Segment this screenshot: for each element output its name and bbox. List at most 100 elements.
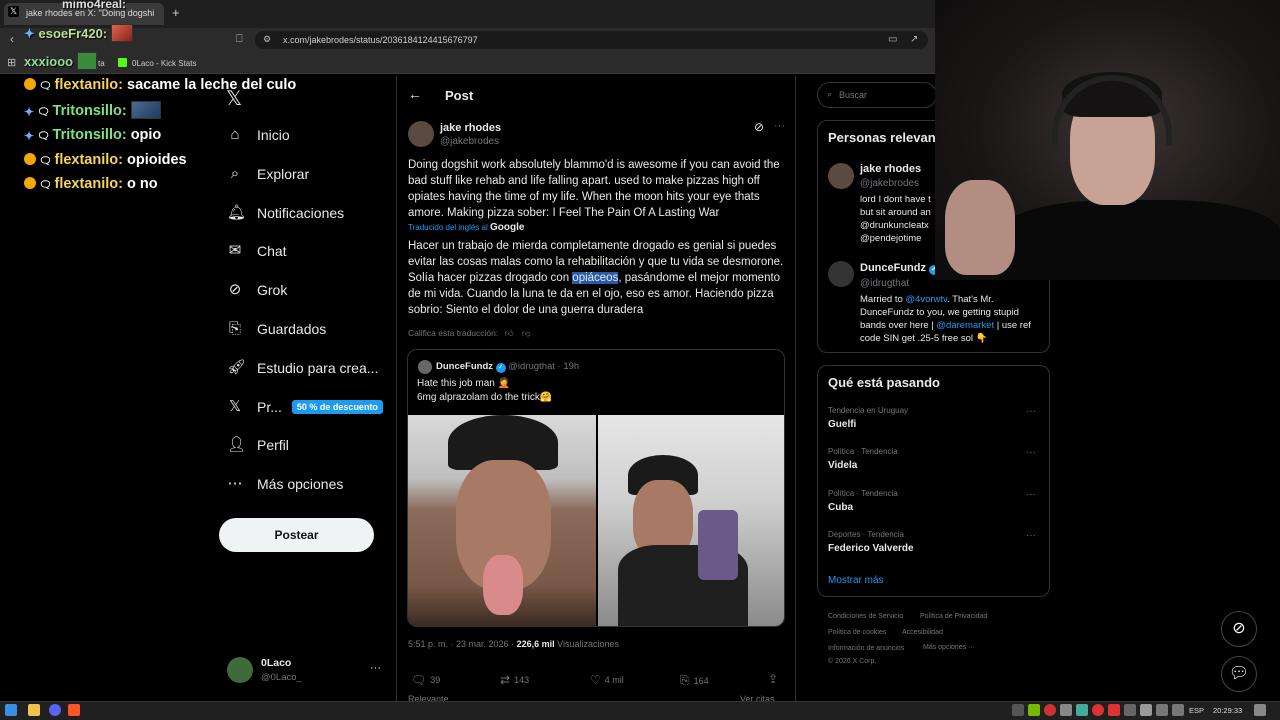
tray-icon-1[interactable] (1012, 704, 1024, 716)
show-more-link[interactable]: Mostrar más (828, 575, 884, 586)
author-name[interactable]: jake rhodes (440, 122, 501, 134)
x-logo-icon[interactable]: 𝕏 (226, 86, 242, 111)
trend-more-icon[interactable]: ··· (1026, 406, 1036, 417)
account-name[interactable]: 0Laco (261, 657, 291, 669)
premium-discount-badge[interactable]: 50 % de descuento (291, 399, 383, 414)
account-handle[interactable]: @0Laco_ (261, 672, 302, 683)
tray-icon-7[interactable] (1108, 704, 1120, 716)
post-button[interactable]: Postear (219, 518, 374, 552)
quote-photo-2[interactable] (598, 415, 784, 626)
pin-badge-icon: ✦ (24, 129, 35, 143)
clock[interactable]: 20:29:33 (1213, 706, 1242, 715)
person1-avatar[interactable] (828, 163, 854, 189)
person1-handle[interactable]: @jakebrodes (860, 178, 919, 189)
person1-bio-link2[interactable]: @pendejotime (860, 232, 921, 245)
author-handle[interactable]: @jakebrodes (440, 136, 499, 147)
footer-accessibility[interactable]: Accesibilidad (902, 629, 943, 636)
nav-item-pr[interactable]: 𝕏 Pr... 50 % de descuento (227, 392, 383, 422)
nav-item-inicio[interactable]: ⌂ Inicio (227, 120, 289, 150)
google-logo: Google (489, 222, 525, 233)
nav-item-guardados[interactable]: ⎘ Guardados (227, 314, 326, 344)
apps-grid-icon[interactable]: ⊞ (7, 56, 16, 69)
footer-terms[interactable]: Condiciones de Servicio (828, 613, 903, 620)
chat-username[interactable]: flextanilo (54, 176, 118, 192)
share-icon[interactable]: ↗ (910, 34, 918, 45)
footer-privacy[interactable]: Política de Privacidad (920, 613, 987, 620)
trend-item[interactable]: Federico Valverde (828, 543, 914, 554)
volume-icon[interactable] (1172, 704, 1184, 716)
trend-more-icon[interactable]: ··· (1026, 530, 1036, 541)
thumbs-down-icon[interactable]: 👎︎ (522, 328, 531, 338)
tray-icon-3[interactable] (1044, 704, 1056, 716)
nav-item-m-s-opciones[interactable]: ⋯ Más opciones (227, 469, 344, 499)
network-icon[interactable] (1156, 704, 1168, 716)
chat-username[interactable]: Tritonsillo (53, 103, 122, 119)
account-more-icon[interactable]: ··· (370, 662, 381, 674)
new-tab-icon[interactable]: + (172, 5, 180, 20)
nav-item-explorar[interactable]: ⌕ Explorar (227, 159, 309, 189)
reader-icon[interactable]: ▭ (888, 34, 897, 45)
person1-name[interactable]: jake rhodes (860, 163, 921, 175)
tray-icon-8[interactable] (1124, 704, 1136, 716)
search-icon: ⌕ (230, 164, 240, 182)
bookmark-button[interactable]: ⎘ 164 (680, 673, 709, 688)
person2-handle[interactable]: @idrugthat (860, 278, 909, 289)
rocket-icon: 🚀︎ (227, 358, 247, 376)
back-icon[interactable]: ‹ (10, 32, 14, 46)
file-explorer-icon[interactable] (28, 704, 40, 716)
trend-item[interactable]: Cuba (828, 502, 853, 513)
trend-more-icon[interactable]: ··· (1026, 447, 1036, 458)
footer-more[interactable]: Más opciones ··· (923, 644, 975, 651)
nav-item-notificaciones[interactable]: 🔔︎ Notificaciones (227, 198, 344, 228)
person2-avatar[interactable] (828, 261, 854, 287)
tray-icon-9[interactable] (1140, 704, 1152, 716)
tray-icon-4[interactable] (1060, 704, 1072, 716)
bookmark-page-icon[interactable]: ⎕ (236, 33, 243, 46)
search-input[interactable]: ⌕ Buscar (817, 82, 937, 108)
trend-more-icon[interactable]: ··· (1026, 489, 1036, 500)
site-info-icon[interactable]: ⚙ (263, 34, 271, 45)
tray-icon-5[interactable] (1076, 704, 1088, 716)
nav-item-chat[interactable]: ✉ Chat (227, 236, 287, 266)
quoted-post[interactable]: DunceFundz ✓ @idrugthat · 19h Hate this … (407, 349, 785, 627)
nav-label: Pr... (257, 398, 282, 415)
tray-icon-6[interactable] (1092, 704, 1104, 716)
nav-item-grok[interactable]: ⊘ Grok (227, 275, 288, 305)
reply-button[interactable]: 🗨︎ 39 (411, 673, 440, 687)
person1-bio-link1[interactable]: @drunkuncleatx (860, 219, 929, 232)
nvidia-icon[interactable] (1028, 704, 1040, 716)
like-button[interactable]: ♡ 4 mil (590, 673, 624, 687)
thumbs-up-icon[interactable]: 👍︎ (505, 328, 514, 338)
trend-item[interactable]: Guelfi (828, 419, 856, 430)
discord-icon[interactable] (49, 704, 61, 716)
notifications-icon[interactable] (1254, 704, 1266, 716)
chat-username[interactable]: flextanilo (54, 77, 118, 93)
author-avatar[interactable] (408, 121, 434, 147)
chat-username[interactable]: flextanilo (54, 152, 118, 168)
back-arrow-icon[interactable]: ← (408, 86, 422, 102)
avatar[interactable] (227, 657, 253, 683)
footer-cookies[interactable]: Política de cookies (828, 629, 886, 636)
footer-ads[interactable]: Información de anuncios (828, 645, 904, 652)
messages-floating-icon[interactable]: 💬︎ (1221, 656, 1257, 692)
url-text[interactable]: x.com/jakebrodes/status/2036184124415676… (283, 35, 478, 45)
share-button[interactable]: ⇪ (768, 672, 782, 686)
nav-item-estudio-para-crea[interactable]: 🚀︎ Estudio para crea... (227, 353, 378, 383)
bookmark-partial[interactable]: ta (98, 59, 105, 68)
quote-photo-1[interactable] (408, 415, 596, 626)
nav-item-perfil[interactable]: 👤︎ Perfil (227, 430, 289, 460)
repost-button[interactable]: ⇄ 143 (500, 673, 529, 687)
chat-message: 🗨︎ flextanilo: o no (24, 176, 158, 192)
nav-label: Explorar (257, 165, 310, 182)
grok-floating-icon[interactable]: ⊘ (1221, 611, 1257, 647)
trend-item[interactable]: Videla (828, 460, 857, 471)
grok-icon[interactable]: ⊘ (754, 120, 764, 134)
language-indicator[interactable]: ESP (1189, 706, 1204, 715)
bookmark-kick-stats[interactable]: 0Laco - Kick Stats (132, 59, 196, 68)
windows-start-icon[interactable] (5, 704, 17, 716)
brave-icon[interactable] (68, 704, 80, 716)
more-options-icon[interactable]: ··· (774, 120, 785, 132)
chat-username[interactable]: Tritonsillo (53, 127, 122, 143)
person2-name[interactable]: DunceFundz ✓ (860, 262, 940, 275)
bell-icon: 🔔︎ (227, 203, 247, 221)
